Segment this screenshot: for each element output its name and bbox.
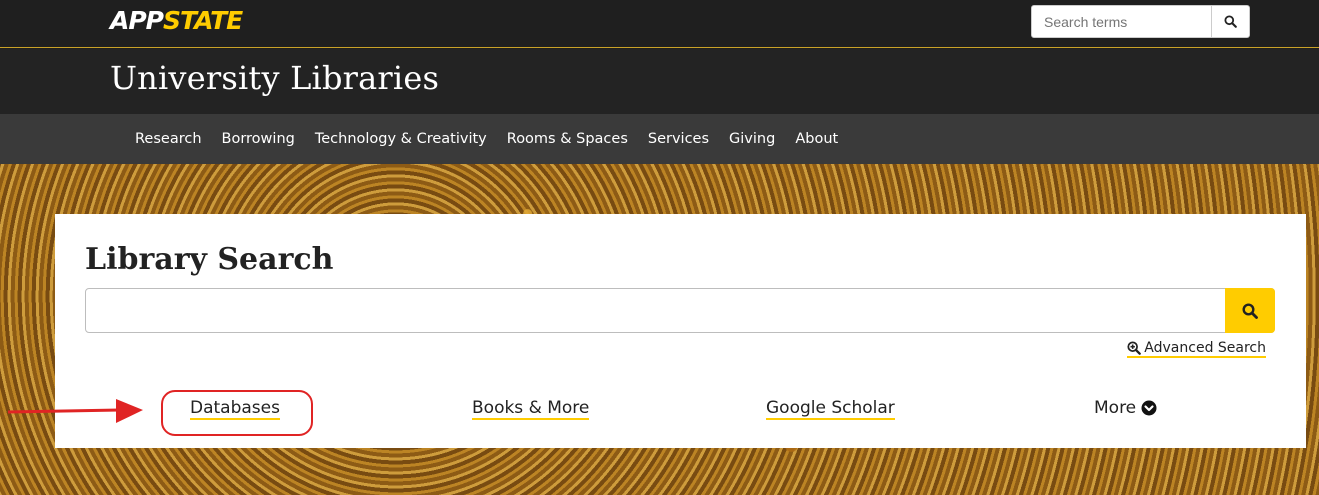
search-icon [1242, 302, 1258, 319]
nav-item-borrowing[interactable]: Borrowing [212, 131, 305, 147]
more-label: More [1094, 398, 1137, 418]
library-search-form [85, 288, 1275, 333]
annotation-highlight-circle [161, 390, 313, 436]
logo-state-text: STATE [163, 6, 243, 35]
top-bar: APPSTATE [0, 0, 1319, 48]
books-more-link[interactable]: Books & More [472, 398, 590, 420]
nav-item-research[interactable]: Research [125, 131, 212, 147]
nav-item-about[interactable]: About [785, 131, 848, 147]
nav-item-giving[interactable]: Giving [719, 131, 785, 147]
site-search-button[interactable] [1211, 6, 1249, 37]
library-search-input[interactable] [86, 289, 1226, 332]
site-title-bar: University Libraries [0, 49, 1319, 114]
search-icon [1224, 15, 1237, 28]
nav-item-services[interactable]: Services [638, 131, 719, 147]
library-search-title: Library Search [85, 242, 334, 277]
nav-item-technology-creativity[interactable]: Technology & Creativity [305, 131, 497, 147]
logo-app-text: APP [110, 6, 164, 35]
advanced-search-label: Advanced Search [1144, 340, 1266, 356]
google-scholar-link[interactable]: Google Scholar [766, 398, 895, 420]
site-title[interactable]: University Libraries [110, 59, 439, 97]
library-search-button[interactable] [1225, 288, 1275, 333]
chevron-down-circle-icon [1141, 400, 1157, 416]
zoom-in-icon [1127, 341, 1142, 355]
main-nav: Research Borrowing Technology & Creativi… [0, 114, 1319, 164]
site-search-form [1031, 5, 1250, 38]
appstate-logo[interactable]: APPSTATE [110, 6, 243, 35]
more-dropdown-toggle[interactable]: More [1094, 398, 1157, 418]
advanced-search-link[interactable]: Advanced Search [1127, 340, 1266, 358]
site-search-input[interactable] [1032, 6, 1212, 37]
nav-item-rooms-spaces[interactable]: Rooms & Spaces [497, 131, 638, 147]
annotation-arrow-icon [8, 399, 143, 423]
